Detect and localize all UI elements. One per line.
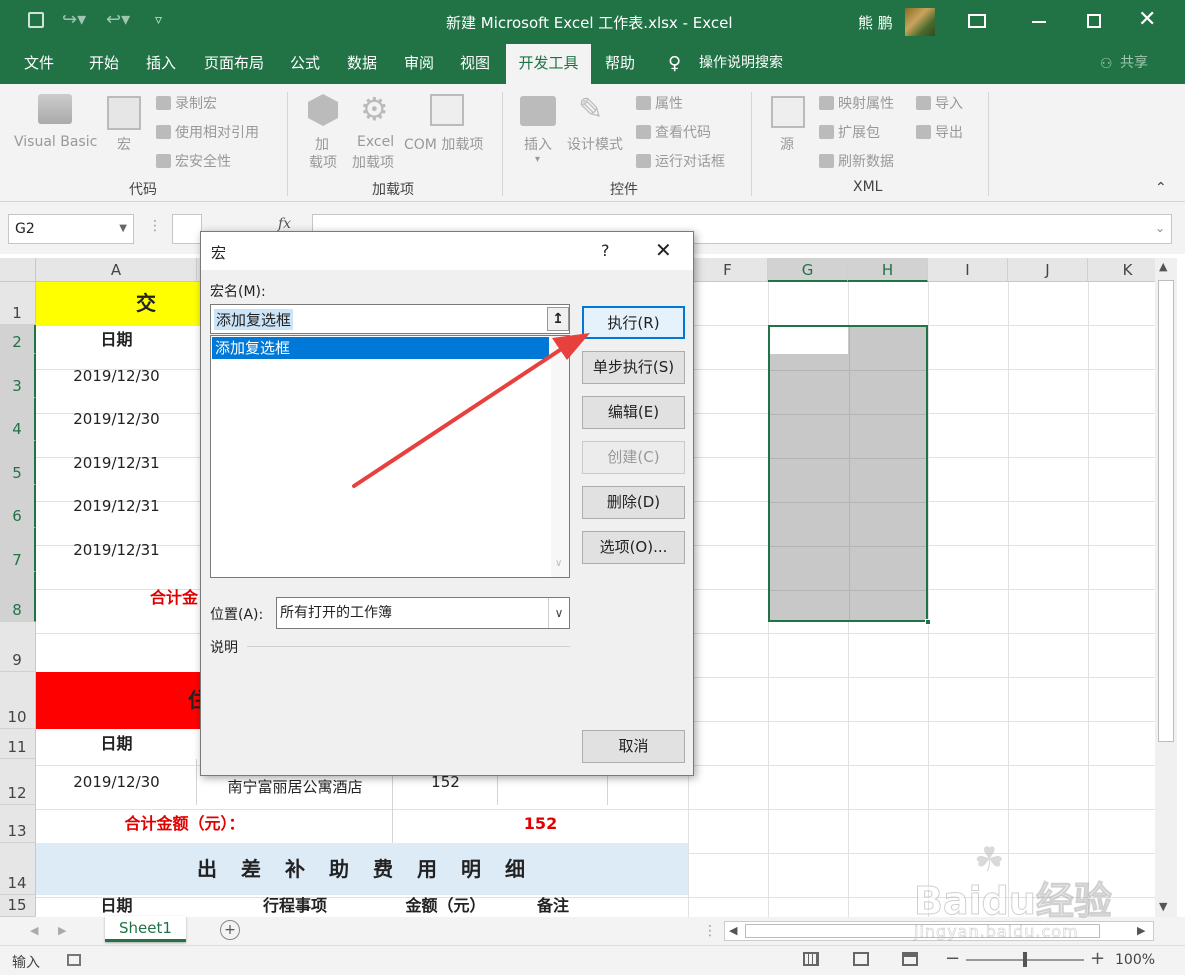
watermark-url: jingyan.baidu.com	[914, 922, 1079, 942]
arrow-head	[552, 333, 590, 360]
annotation-arrow-icon	[352, 333, 590, 488]
watermark: ☘ Baidu经验 jingyan.baidu.com	[914, 840, 1172, 948]
arrow-shaft	[352, 344, 568, 488]
watermark-logo: Baidu经验	[914, 879, 1113, 924]
